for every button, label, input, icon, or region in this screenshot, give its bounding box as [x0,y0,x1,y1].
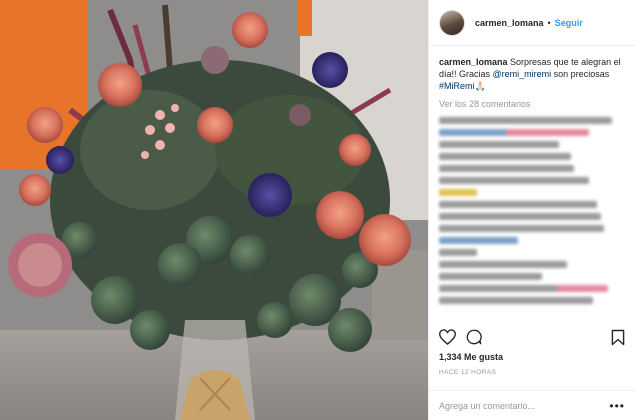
more-options-icon[interactable]: ••• [609,399,625,413]
post-photo[interactable] [0,0,428,420]
follow-button[interactable]: Seguir [555,18,583,28]
avatar[interactable] [439,9,465,36]
header-separator: • [547,17,551,28]
blurred-comment [439,213,601,220]
post-actions [439,327,625,347]
blurred-comment [439,129,590,136]
blurred-comment [439,177,590,184]
post-side-panel: carmen_lomana • Seguir carmen_lomana Sor… [428,0,635,420]
comments-section: carmen_lomana Sorpresas que te alegran e… [439,56,627,309]
caption-username[interactable]: carmen_lomana [439,57,508,67]
blurred-comment [439,165,575,172]
heart-icon[interactable] [439,329,456,345]
caption-mention-link[interactable]: @remi_miremi [493,69,552,79]
view-all-comments-link[interactable]: Ver los 28 comentarios [439,98,627,110]
blurred-comment [439,141,560,148]
blurred-comment [439,297,594,304]
post-header: carmen_lomana • Seguir [429,0,635,46]
comment-icon[interactable] [466,329,482,345]
blurred-comment [439,237,518,244]
flower-bouquet-image [0,0,428,420]
blurred-comment [439,117,612,124]
add-comment-input[interactable] [439,400,609,411]
blurred-comment [439,273,543,280]
post-caption: carmen_lomana Sorpresas que te alegran e… [439,56,627,92]
caption-hashtag-link[interactable]: #MiRemi [439,81,475,91]
caption-text-middle: son preciosas [551,69,610,79]
blurred-comment [439,225,605,232]
bookmark-icon[interactable] [611,329,625,346]
post-timestamp[interactable]: HACE 12 HORAS [439,369,496,376]
blurred-comment [439,261,567,268]
caption-emoji: 🙏🏻 [474,81,486,91]
add-comment-bar: ••• [429,390,635,420]
blurred-comment [439,285,609,292]
blurred-comment [439,201,597,208]
likes-count[interactable]: 1,334 Me gusta [439,352,503,362]
header-username[interactable]: carmen_lomana [475,18,544,28]
blurred-comment [439,249,477,256]
blurred-comment [439,153,571,160]
blurred-comment [439,189,477,196]
